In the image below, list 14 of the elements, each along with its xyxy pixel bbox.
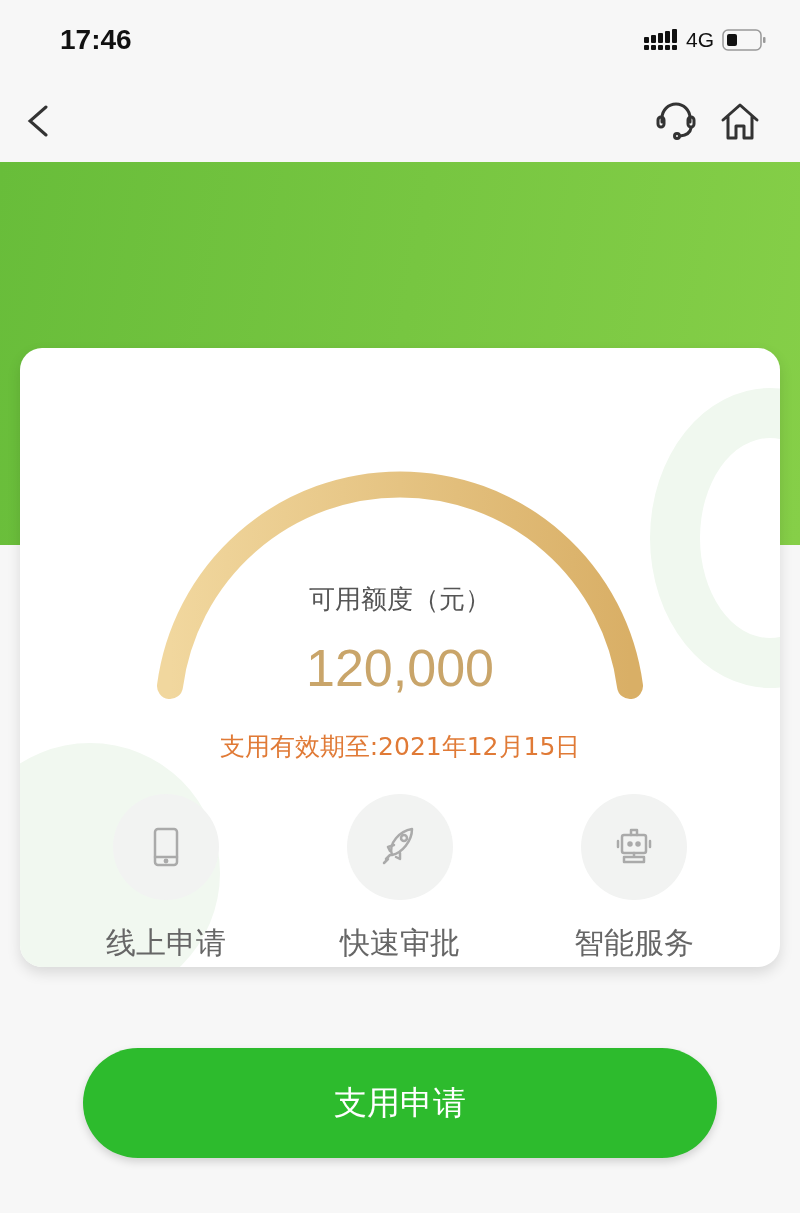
battery-icon — [722, 29, 766, 51]
signal-icon — [644, 29, 678, 51]
feature-label: 线上申请 — [106, 923, 226, 962]
feature-label: 快速审批 — [340, 923, 460, 962]
back-icon[interactable] — [26, 105, 50, 137]
status-time: 17:46 — [60, 23, 132, 57]
network-type: 4G — [686, 27, 714, 54]
quota-label: 可用额度（元） — [308, 583, 492, 616]
quota-amount: 120,000 — [305, 640, 495, 698]
expiry-text: 支用有效期至:2021年12月15日 — [218, 731, 582, 763]
feature-label: 智能服务 — [574, 923, 694, 962]
home-icon[interactable] — [720, 102, 760, 140]
headset-icon[interactable] — [656, 102, 696, 140]
apply-button[interactable]: 支用申请 — [83, 1048, 717, 1158]
